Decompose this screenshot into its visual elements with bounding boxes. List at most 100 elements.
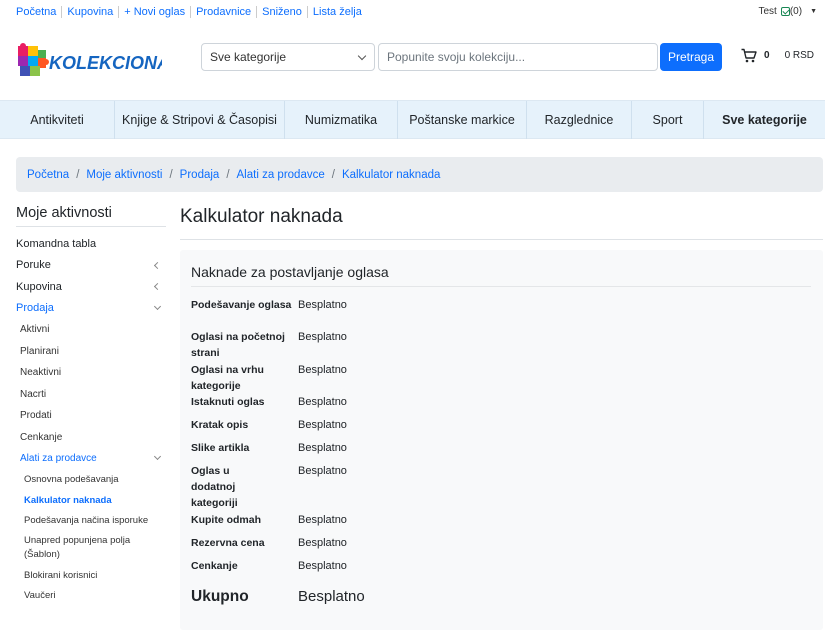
sidebar-item-sold[interactable]: Prodati [16,405,166,427]
breadcrumb-separator: / [331,168,335,181]
fee-row: Oglas u dodatnoj kategoriji Besplatno [191,463,347,511]
user-name: Test [758,6,777,17]
logo-icon: KOLEKCIONARI [18,43,189,76]
sidebar-item-blocked-users[interactable]: Blokirani korisnici [16,565,166,586]
top-link-discounted[interactable]: Sniženo [256,6,307,18]
breadcrumb-separator: / [226,168,230,181]
top-link-buying[interactable]: Kupovina [61,6,118,18]
category-stamps[interactable]: Poštanske markice [398,101,527,139]
fee-value: Besplatno [298,396,347,408]
fee-value: Besplatno [298,537,347,549]
fee-value: Besplatno [298,419,347,431]
fee-value: Besplatno [298,364,347,376]
breadcrumb-seller-tools[interactable]: Alati za prodavce [237,169,325,181]
fee-value: Besplatno [298,465,347,477]
total-row: Ukupno Besplatno [191,588,365,606]
fee-label: Oglasi na početnoj strani [191,331,285,359]
fee-value: Besplatno [298,299,347,311]
fee-value: Besplatno [298,442,347,454]
category-select-value: Sve kategorije [210,50,287,64]
sidebar-item-shipping-settings[interactable]: Podešavanja načina isporuke [16,511,166,532]
fee-card: Naknade za postavljanje oglasa Podešavan… [180,250,823,630]
cart-count: 0 [764,50,770,61]
check-icon [780,7,790,16]
sidebar-item-active[interactable]: Aktivni [16,319,166,341]
fee-label: Istaknuti oglas [191,396,265,408]
sidebar-item-selling[interactable]: Prodaja [16,298,166,320]
breadcrumb-separator: / [169,168,173,181]
cart-total: 0 RSD [784,50,815,61]
category-antiques[interactable]: Antikviteti [0,101,115,139]
sidebar-item-inactive[interactable]: Neaktivni [16,362,166,384]
sidebar-item-dashboard[interactable]: Komandna tabla [16,233,166,255]
breadcrumb: Početna / Moje aktivnosti / Prodaja / Al… [16,157,823,192]
fee-row: Kupite odmah Besplatno [191,512,347,528]
fee-row: Slike artikla Besplatno [191,440,347,456]
fee-row: Kratak opis Besplatno [191,417,347,433]
notification-count: (0) [789,6,803,17]
fee-label: Rezervna cena [191,537,265,549]
category-numismatics[interactable]: Numizmatika [285,101,398,139]
top-link-new-listing[interactable]: + Novi oglas [118,6,190,18]
divider [191,286,811,287]
fee-label: Oglasi na vrhu kategorije [191,364,264,392]
category-sport[interactable]: Sport [632,101,704,139]
main-content: Kalkulator naknada Naknade za postavljan… [180,200,823,630]
top-link-home[interactable]: Početna [16,6,61,18]
top-link-shops[interactable]: Prodavnice [190,6,256,18]
fee-label: Cenkanje [191,560,238,572]
fee-row: Oglasi na vrhu kategorije Besplatno [191,362,347,394]
chevron-left-icon [153,261,162,269]
sidebar-item-seller-tools[interactable]: Alati za prodavce [16,448,166,470]
fee-row: Podešavanje oglasa Besplatno [191,297,347,313]
total-label: Ukupno [191,588,249,605]
card-title: Naknade za postavljanje oglasa [191,264,389,280]
sidebar: Moje aktivnosti Komandna tabla Poruke Ku… [16,200,166,606]
breadcrumb-selling[interactable]: Prodaja [180,169,220,181]
sidebar-item-label: Poruke [16,259,51,272]
fee-row: Oglasi na početnoj strani Besplatno [191,329,347,361]
sidebar-item-template[interactable]: Unapred popunjena polja (Šablon) [16,531,166,565]
breadcrumb-fee-calculator[interactable]: Kalkulator naknada [342,169,440,181]
category-postcards[interactable]: Razglednice [527,101,632,139]
cart-icon [741,48,757,63]
fee-row: Istaknuti oglas Besplatno [191,394,347,410]
fee-label: Slike artikla [191,442,250,454]
user-menu[interactable]: Test (0) ▼ [758,6,817,17]
site-logo[interactable]: KOLEKCIONARI [16,42,189,82]
search-input[interactable] [378,43,658,71]
top-link-wishlist[interactable]: Lista želja [306,6,367,18]
cart[interactable]: 0 0 RSD [741,48,814,63]
sidebar-title: Moje aktivnosti [16,200,166,227]
sidebar-item-messages[interactable]: Poruke [16,255,166,277]
fee-label: Kratak opis [191,419,249,431]
caret-down-icon[interactable]: ▼ [810,8,817,15]
sidebar-item-buying[interactable]: Kupovina [16,276,166,298]
fee-label: Podešavanje oglasa [191,299,292,311]
search-button[interactable]: Pretraga [660,43,722,71]
category-select[interactable]: Sve kategorije [201,43,375,71]
chevron-down-icon [357,51,367,61]
category-nav: Antikviteti Knjige & Stripovi & Časopisi… [0,100,825,139]
sidebar-item-fee-calculator[interactable]: Kalkulator naknada [16,490,166,511]
sidebar-item-drafts[interactable]: Nacrti [16,384,166,406]
chevron-left-icon [153,282,162,291]
breadcrumb-my-activities[interactable]: Moje aktivnosti [86,169,162,181]
chevron-down-icon [153,452,162,461]
fee-label: Kupite odmah [191,514,261,526]
fee-value: Besplatno [298,514,347,526]
sidebar-item-basic-settings[interactable]: Osnovna podešavanja [16,470,166,491]
logo-text: KOLEKCIONARI [49,53,162,73]
breadcrumb-separator: / [76,168,80,181]
fee-value: Besplatno [298,560,347,572]
fee-value: Besplatno [298,331,347,343]
sidebar-item-haggling[interactable]: Cenkanje [16,427,166,449]
chevron-down-icon [153,302,162,310]
breadcrumb-home[interactable]: Početna [27,169,69,181]
category-all[interactable]: Sve kategorije [704,101,825,139]
category-books-comics[interactable]: Knjige & Stripovi & Časopisi [115,101,285,139]
sidebar-item-vouchers[interactable]: Vaučeri [16,586,166,607]
sidebar-item-planned[interactable]: Planirani [16,341,166,363]
fee-row: Rezervna cena Besplatno [191,535,347,551]
fee-label: Oglas u dodatnoj kategoriji [191,465,238,509]
